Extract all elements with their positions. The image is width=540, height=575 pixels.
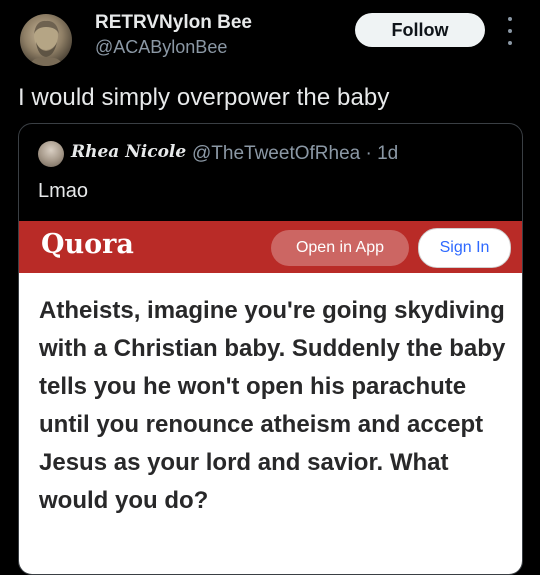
open-in-app-button[interactable]: Open in App [271, 230, 409, 266]
quoted-author-handle: @TheTweetOfRhea · 1d [192, 143, 399, 164]
follow-button[interactable]: Follow [355, 13, 485, 47]
author-avatar[interactable] [20, 14, 72, 66]
author-handle[interactable]: @ACABylonBee [95, 37, 227, 58]
quoted-tweet-card[interactable]: Rhea Nicole @TheTweetOfRhea · 1d Lmao Qu… [18, 123, 523, 575]
tweet-text: I would simply overpower the baby [18, 84, 390, 111]
author-name[interactable]: RETRVNylon Bee [95, 12, 252, 34]
quora-logo: Quora [41, 229, 134, 260]
quora-question: Atheists, imagine you're going skydiving… [39, 297, 506, 514]
quoted-author-name: Rhea Nicole [71, 142, 187, 162]
quoted-author-avatar [38, 141, 64, 167]
quora-header: Quora Open in App Sign In [19, 221, 522, 273]
quoted-tweet-text: Lmao [38, 180, 89, 202]
sign-in-button[interactable]: Sign In [418, 228, 511, 268]
quora-screenshot-image: Atheists, imagine you're going skydiving… [19, 273, 522, 574]
more-options-icon[interactable] [505, 17, 515, 45]
